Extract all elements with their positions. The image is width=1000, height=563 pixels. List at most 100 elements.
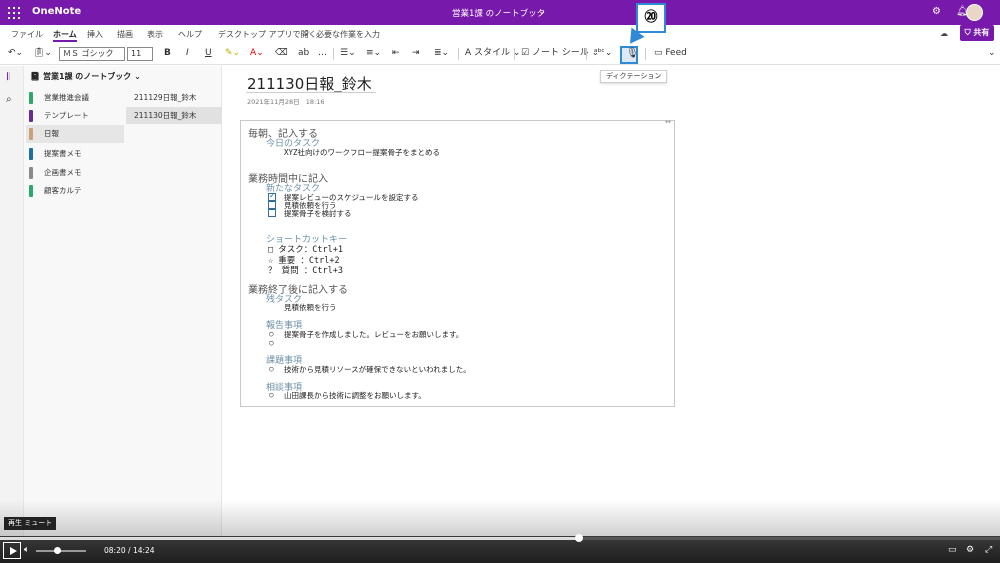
section-label: 提案書メモ: [44, 149, 82, 158]
section-item[interactable]: テンプレート: [26, 107, 124, 125]
gear-icon[interactable]: ⚙: [932, 6, 941, 17]
app-launcher-icon[interactable]: [8, 7, 20, 19]
tab-help[interactable]: ヘルプ: [178, 29, 202, 40]
captions-icon[interactable]: ▭: [948, 545, 957, 555]
strikethrough-icon[interactable]: ab: [298, 46, 309, 61]
chevron-down-icon[interactable]: ⌄: [538, 6, 546, 17]
ribbon-collapse-icon[interactable]: ⌄: [988, 46, 996, 61]
task-checkbox[interactable]: [268, 201, 276, 209]
title-underline: [246, 92, 376, 93]
spelling-icon[interactable]: ᵃᵇᶜ⌄: [594, 46, 612, 61]
font-size-select[interactable]: 11: [127, 47, 153, 61]
section-label: テンプレート: [44, 111, 89, 120]
volume-slider[interactable]: [36, 550, 86, 552]
clear-format-icon[interactable]: ⌫: [275, 46, 288, 61]
microphone-icon: 🎙︎: [626, 48, 639, 59]
note-line[interactable]: 提案骨子を作成しました。レビューをお願いします。: [284, 329, 463, 340]
avatar[interactable]: [966, 4, 983, 21]
open-desktop-app-link[interactable]: デスクトップ アプリで開く: [218, 29, 317, 40]
outdent-icon[interactable]: ⇤: [392, 46, 400, 61]
numbering-icon[interactable]: ≡⌄: [366, 46, 381, 61]
font-name-select[interactable]: ＭＳ ゴシック: [59, 47, 125, 61]
note-tags-label: ノート シール: [531, 48, 589, 58]
undo-icon[interactable]: ↶⌄: [8, 46, 23, 61]
expand-icon[interactable]: ↔: [665, 118, 671, 126]
settings-icon[interactable]: ⚙: [966, 545, 974, 555]
page-title[interactable]: 211130日報_鈴木: [247, 73, 372, 94]
tab-file[interactable]: ファイル: [11, 29, 43, 40]
circle-bullet-icon: ○: [269, 338, 274, 347]
section-item[interactable]: 営業推進会議: [26, 89, 124, 107]
section-color-tab: [29, 148, 33, 160]
notebook-switcher[interactable]: 📓︎ 営業1課 のノートブック ⌄: [30, 71, 141, 82]
tab-view[interactable]: 表示: [147, 29, 163, 40]
dictation-tooltip: ディクテーション: [600, 70, 668, 83]
section-item[interactable]: 企画書メモ: [26, 164, 124, 182]
section-label: 営業推進会議: [44, 93, 89, 102]
shortcut-line[interactable]: ？ 質問 ：Ctrl+3: [268, 264, 343, 276]
circle-bullet-icon: ○: [269, 329, 274, 338]
section-color-tab: [29, 167, 33, 179]
feed-button[interactable]: ▭ Feed: [654, 46, 687, 61]
page-item[interactable]: 211130日報_鈴木: [126, 107, 222, 124]
underline-button[interactable]: U: [205, 46, 212, 61]
current-time: 08:20: [104, 546, 126, 555]
share-button[interactable]: ⛉ 共有: [960, 25, 994, 41]
progress-fill: [0, 537, 579, 540]
more-icon[interactable]: …: [318, 46, 327, 61]
progress-track[interactable]: [0, 537, 1000, 540]
toolbar-divider: [586, 48, 587, 60]
task-item[interactable]: 提案骨子を検討する: [284, 208, 352, 219]
bullets-icon[interactable]: ☰⌄: [340, 46, 356, 61]
task-checkbox[interactable]: [268, 209, 276, 217]
bold-button[interactable]: B: [164, 46, 171, 61]
task-checkbox-checked[interactable]: ✓: [268, 191, 276, 201]
circle-bullet-icon: ○: [269, 390, 274, 399]
feed-label: Feed: [665, 48, 687, 58]
tab-home[interactable]: ホーム: [53, 29, 77, 42]
circle-bullet-icon: ○: [269, 364, 274, 373]
section-label: 企画書メモ: [44, 168, 82, 177]
volume-handle[interactable]: [54, 547, 61, 554]
tell-me-search[interactable]: 必要な作業を入力: [316, 29, 380, 40]
note-line[interactable]: 技術から見積リソースが確保できないといわれました。: [284, 364, 471, 375]
note-line[interactable]: XYZ社向けのワークフロー提案骨子をまとめる: [284, 147, 440, 158]
duration: 14:24: [132, 546, 155, 555]
clipboard-icon[interactable]: 📋︎⌄: [33, 46, 52, 61]
section-label: 顧客カルテ: [44, 186, 82, 195]
font-color-icon[interactable]: A⌄: [250, 46, 264, 61]
share-label: 共有: [973, 28, 990, 37]
toolbar-divider: [333, 48, 334, 60]
tab-insert[interactable]: 挿入: [87, 29, 103, 40]
align-icon[interactable]: ≣⌄: [434, 46, 449, 61]
notebooks-icon[interactable]: 𝄃: [7, 72, 9, 83]
note-tags-button[interactable]: ☑ ノート シール ⌄: [521, 46, 599, 61]
search-icon[interactable]: ⌕: [6, 94, 12, 105]
fullscreen-icon[interactable]: ⤢: [985, 545, 992, 555]
section-item[interactable]: 顧客カルテ: [26, 182, 124, 200]
progress-handle[interactable]: [575, 534, 583, 542]
styles-button[interactable]: A スタイル ⌄: [465, 46, 520, 61]
app-name[interactable]: OneNote: [32, 6, 81, 17]
date-text: 2021年11月28日: [247, 98, 300, 106]
page-item[interactable]: 211129日報_鈴木: [126, 89, 222, 106]
toolbar-divider: [645, 48, 646, 60]
highlight-icon[interactable]: ✎⌄: [225, 46, 240, 61]
time-separator: /: [128, 546, 131, 555]
lightbulb-icon: 💡︎: [304, 29, 310, 38]
note-line[interactable]: 見積依頼を行う: [284, 302, 337, 313]
comment-icon[interactable]: ☁: [940, 29, 948, 38]
italic-button[interactable]: I: [186, 46, 189, 61]
section-color-tab: [29, 92, 33, 104]
tab-draw[interactable]: 描画: [117, 29, 133, 40]
section-item[interactable]: 日報: [26, 125, 124, 143]
ribbon-toolbar: ↶⌄ 📋︎⌄ ＭＳ ゴシック 11 B I U ✎⌄ A⌄ ⌫ ab … ☰⌄ …: [0, 43, 1000, 65]
dictation-button[interactable]: 🎙︎: [620, 46, 639, 64]
nav-rail: 𝄃 ⌕: [0, 66, 24, 536]
notebook-title[interactable]: 営業1課 のノートブック: [452, 7, 545, 19]
indent-icon[interactable]: ⇥: [412, 46, 420, 61]
play-button[interactable]: [3, 542, 21, 559]
volume-icon[interactable]: 🔈︎: [24, 545, 29, 555]
note-line[interactable]: 山田課長から技術に調整をお願いします。: [284, 390, 426, 401]
section-item[interactable]: 提案書メモ: [26, 145, 124, 163]
